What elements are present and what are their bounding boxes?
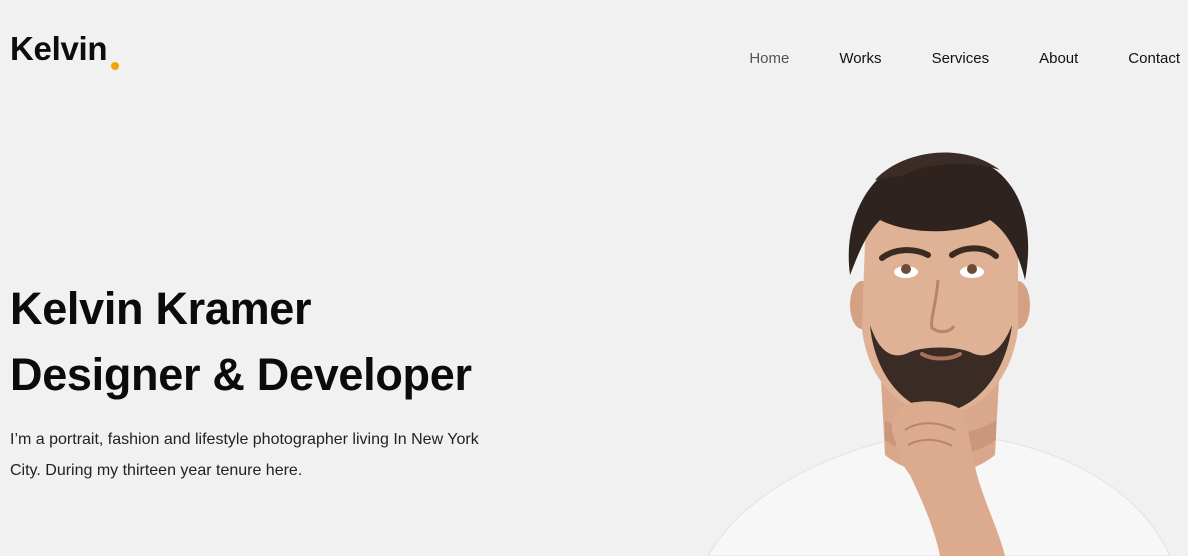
logo-text: Kelvin bbox=[10, 30, 108, 67]
main-nav: Home Works Services About Contact bbox=[699, 50, 1180, 67]
nav-item-home[interactable]: Home bbox=[749, 50, 789, 67]
hero-description: I’m a portrait, fashion and lifestyle ph… bbox=[10, 431, 479, 479]
nav-item-contact[interactable]: Contact bbox=[1128, 50, 1180, 67]
portrait-image bbox=[707, 152, 1171, 556]
nav-item-works[interactable]: Works bbox=[839, 50, 881, 67]
hero-title-role: Designer & Developer bbox=[10, 349, 472, 400]
hero-title: Kelvin Kramer Designer & Developer bbox=[10, 276, 472, 408]
nav-item-services[interactable]: Services bbox=[932, 50, 990, 67]
nav-item-about[interactable]: About bbox=[1039, 50, 1078, 67]
logo-dot-icon bbox=[111, 62, 120, 70]
hero-title-name: Kelvin Kramer bbox=[10, 283, 312, 334]
logo[interactable]: Kelvin bbox=[10, 30, 120, 70]
